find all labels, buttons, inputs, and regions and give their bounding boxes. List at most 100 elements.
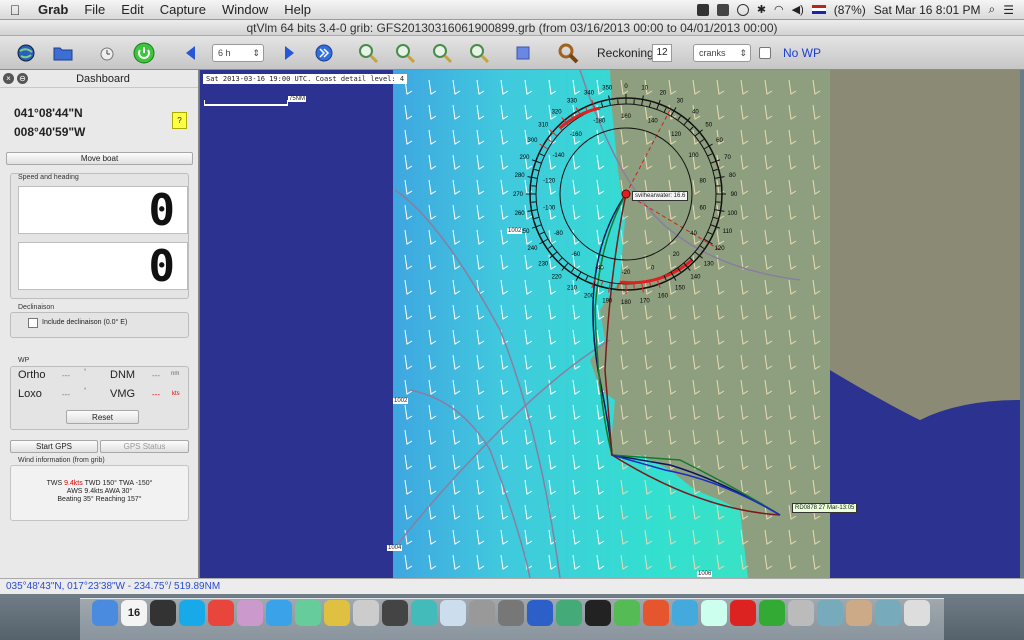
menu-capture[interactable]: Capture [152, 2, 214, 17]
apple-menu-icon[interactable]:  [0, 2, 30, 18]
evernote-icon[interactable] [614, 600, 640, 626]
zoom-out-icon[interactable] [394, 42, 416, 64]
gps-status-button[interactable]: GPS Status [100, 440, 189, 453]
finder-icon[interactable] [92, 600, 118, 626]
folder-icon[interactable] [701, 600, 727, 626]
boat-icon[interactable] [440, 600, 466, 626]
vmg-label: VMG [110, 388, 136, 400]
downloads-folder-icon[interactable] [875, 600, 901, 626]
reset-button[interactable]: Reset [66, 410, 139, 424]
isobar-label-3: 1004 [387, 545, 403, 551]
itunes-icon[interactable] [266, 600, 292, 626]
wind-line-3: Beating 35° Reaching 157° [57, 496, 142, 503]
utility-icon[interactable] [788, 600, 814, 626]
open-folder-icon[interactable] [52, 42, 74, 64]
documents-folder-icon[interactable] [846, 600, 872, 626]
iphoto-icon[interactable] [295, 600, 321, 626]
spain-interior [830, 70, 1020, 420]
skype-icon[interactable] [179, 600, 205, 626]
volume-icon[interactable]: ◀) [792, 3, 804, 16]
battery-status[interactable]: (87%) [834, 3, 866, 17]
compass-inner-label: -20 [622, 270, 631, 276]
speed-value: 0 [148, 185, 176, 236]
compass-outer-label: 150 [675, 286, 686, 292]
spotlight-icon[interactable]: ⌕ [989, 2, 996, 17]
close-icon[interactable]: × [3, 73, 14, 84]
green-icon[interactable] [759, 600, 785, 626]
zoom-in-icon[interactable] [357, 42, 379, 64]
calculator-icon[interactable] [469, 600, 495, 626]
forward-arrow-icon[interactable] [279, 42, 301, 64]
scale-label: 75NM [288, 96, 307, 102]
float-icon[interactable]: ⊖ [17, 73, 28, 84]
app-menu[interactable]: Grab [30, 2, 76, 17]
quick-icon[interactable] [672, 600, 698, 626]
move-boat-button[interactable]: Move boat [6, 152, 193, 165]
menu-window[interactable]: Window [214, 2, 276, 17]
globe-icon[interactable] [15, 42, 37, 64]
system-prefs-icon[interactable] [498, 600, 524, 626]
compass-outer-label: 40 [692, 109, 699, 115]
office-icon[interactable] [643, 600, 669, 626]
map-header: Sat 2013-03-16 19:00 UTC. Coast detail l… [203, 74, 408, 84]
applications-folder-icon[interactable] [817, 600, 843, 626]
chart-map[interactable]: 0 10 20 30 40 50 60 70 80 90 100 110 120 130 140 150 160… [200, 70, 1020, 578]
compass-outer-label: 340 [584, 91, 595, 97]
search-icon[interactable] [557, 42, 579, 64]
help-button[interactable]: ? [172, 112, 187, 129]
wifi-icon[interactable]: ◠ [774, 3, 784, 16]
dashboard-icon[interactable] [150, 600, 176, 626]
earth-icon[interactable] [556, 600, 582, 626]
notification-icon[interactable]: ☰ [1003, 3, 1014, 17]
menu-help[interactable]: Help [276, 2, 319, 17]
compass-outer-label: 180 [621, 300, 632, 306]
compass-inner-label: -120 [543, 178, 556, 184]
red-star-icon[interactable] [730, 600, 756, 626]
menu-edit[interactable]: Edit [113, 2, 151, 17]
preview-icon[interactable] [353, 600, 379, 626]
ship-icon[interactable] [411, 600, 437, 626]
heading-display: 0 [18, 242, 188, 290]
calendar-icon[interactable]: 16 [121, 600, 147, 626]
photobooth-icon[interactable] [237, 600, 263, 626]
reckoning-mode-select[interactable]: cranks [693, 44, 751, 62]
declinaison-checkbox[interactable] [28, 318, 38, 328]
select-square-icon[interactable] [512, 42, 534, 64]
word-icon[interactable] [527, 600, 553, 626]
compass-outer-label: 310 [538, 123, 549, 129]
fast-forward-icon[interactable] [313, 42, 335, 64]
back-arrow-icon[interactable] [179, 42, 201, 64]
no-wp-checkbox[interactable] [759, 47, 771, 59]
target-label[interactable]: RD0878 27 Mar-13:05 [792, 503, 858, 513]
compass-outer-label: 200 [584, 293, 595, 299]
menu-file[interactable]: File [76, 2, 113, 17]
bluetooth-icon[interactable]: ✱ [757, 3, 766, 16]
trash-icon[interactable] [904, 600, 930, 626]
star-icon[interactable] [324, 600, 350, 626]
time-machine-icon[interactable] [736, 3, 749, 16]
dictionary-icon[interactable] [382, 600, 408, 626]
map-canvas[interactable]: 0 102030405060708090100110120130140150160… [200, 70, 1020, 578]
reckoning-input[interactable]: 12 [652, 44, 672, 62]
x11-icon[interactable] [585, 600, 611, 626]
clock[interactable]: Sat Mar 16 8:01 PM [874, 3, 981, 17]
flag-icon[interactable] [811, 5, 826, 14]
compass-inner-label: -160 [570, 132, 583, 138]
compass-inner-label: -100 [543, 206, 556, 212]
timer-icon[interactable] [96, 42, 118, 64]
tws-value: 9.4kts [64, 480, 83, 487]
interval-select[interactable]: 6 h [212, 44, 264, 62]
zoom-selection-icon[interactable] [468, 42, 490, 64]
status-app-icon[interactable] [696, 3, 709, 16]
chrome-icon[interactable] [208, 600, 234, 626]
power-icon[interactable] [133, 42, 155, 64]
start-gps-button[interactable]: Start GPS [10, 440, 98, 453]
keyboard-icon[interactable] [716, 3, 729, 16]
boat-label[interactable]: svilhearwater: 16.6 [632, 191, 689, 201]
boat-icon[interactable] [621, 189, 631, 199]
menu-bar:  Grab File Edit Capture Window Help ✱ ◠… [0, 0, 1024, 20]
ortho-value: --- [62, 371, 70, 380]
compass-outer-label: 130 [704, 261, 715, 267]
compass-outer-label: 20 [660, 91, 667, 97]
zoom-fit-icon[interactable] [431, 42, 453, 64]
